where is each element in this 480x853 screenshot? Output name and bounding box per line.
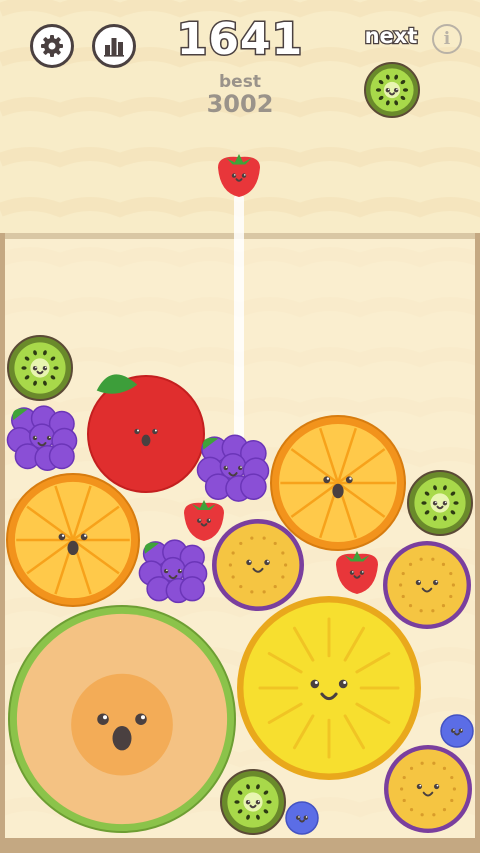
best-value: 3002 [206,90,274,118]
container-left-wall [0,233,5,853]
background-waves [0,0,480,853]
gear-icon [41,35,63,57]
info-icon[interactable]: i [432,24,462,54]
container-right-wall [475,233,480,853]
game-screen[interactable]: 1641 best 3002 next i [0,0,480,853]
score-value: 1641 [175,13,304,67]
best-label: best [219,72,261,92]
container-rim [0,233,480,239]
stats-button[interactable] [92,24,136,68]
container-floor [0,838,480,853]
settings-button[interactable] [30,24,74,68]
next-label: next [363,23,418,50]
bar-chart-icon [104,38,124,57]
container-fill [4,236,476,840]
